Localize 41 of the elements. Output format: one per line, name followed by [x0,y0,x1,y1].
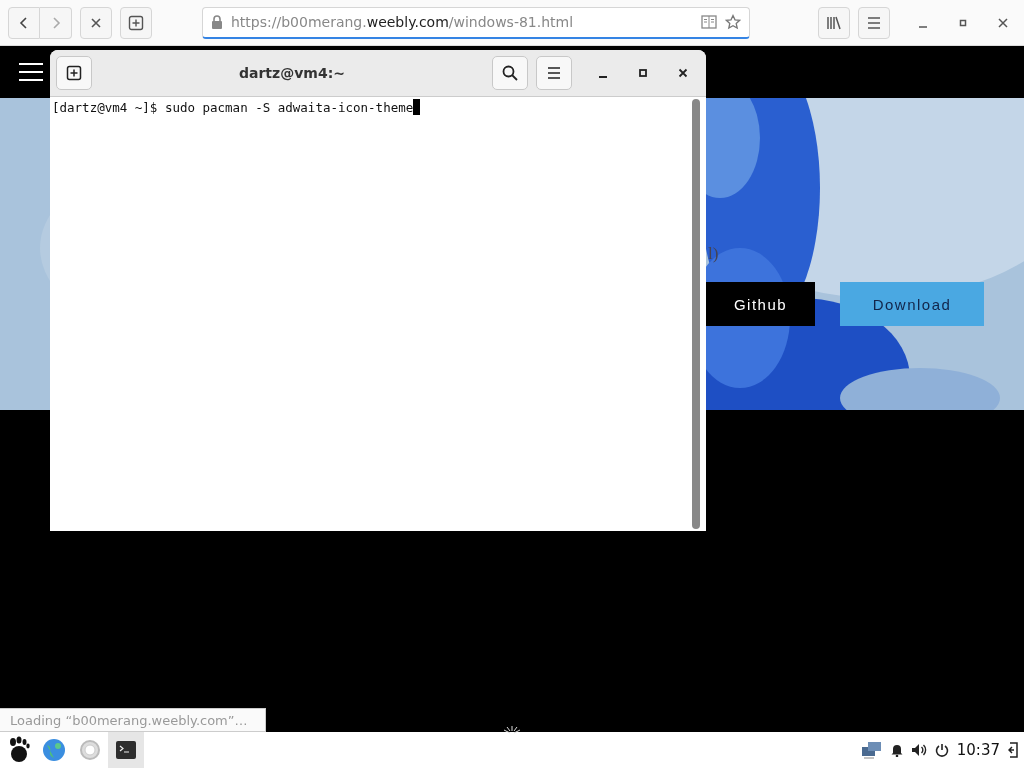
power-icon[interactable] [934,743,949,757]
terminal-icon[interactable] [108,732,144,768]
address-field[interactable]: https://b00merang.weebly.com/windows-81.html [202,6,750,39]
logout-icon[interactable] [1008,742,1018,758]
url-text: https://b00merang.weebly.com/windows-81.html [231,14,575,30]
download-button[interactable]: Download [840,282,984,326]
menu-icon [866,15,882,30]
new-tab-button[interactable] [120,6,152,39]
github-button[interactable]: Github [706,282,815,326]
maximize-icon[interactable] [958,17,968,28]
command-line: [dartz@vm4 ~]$ sudo pacman -S adwaita-icon-theme [52,99,414,116]
menu-button[interactable] [536,56,572,90]
close-icon[interactable] [678,68,688,78]
plus-square-icon [66,65,82,81]
back-button[interactable] [8,6,40,39]
window-title: dartz@vm4:~ [238,65,346,81]
reader-icon[interactable] [701,15,717,29]
close-icon [89,15,103,30]
lock-icon [211,15,223,29]
search-button[interactable] [492,56,528,90]
status-tooltip: Loading “b00merang.weebly.com”… [0,708,266,732]
maximize-icon[interactable] [638,68,648,78]
heading-fragment: l) [708,244,719,264]
scrollbar-thumb[interactable] [692,99,700,529]
text-cursor [413,99,421,115]
menu-icon [546,66,562,80]
menu-icon[interactable] [19,62,43,82]
new-tab-button[interactable] [56,56,92,90]
bell-icon[interactable] [890,743,903,757]
plus-square-icon [128,14,144,31]
search-icon [502,65,518,81]
star-icon[interactable] [725,14,741,30]
network-icon[interactable] [860,741,883,759]
clock[interactable]: 10:37 [956,741,1000,759]
volume-icon[interactable] [910,743,927,757]
stop-button[interactable] [80,6,112,39]
close-icon[interactable] [998,17,1008,28]
menu-button[interactable] [858,6,890,39]
library-button[interactable] [818,6,850,39]
books-icon [826,14,842,31]
spinner-icon [502,726,522,734]
